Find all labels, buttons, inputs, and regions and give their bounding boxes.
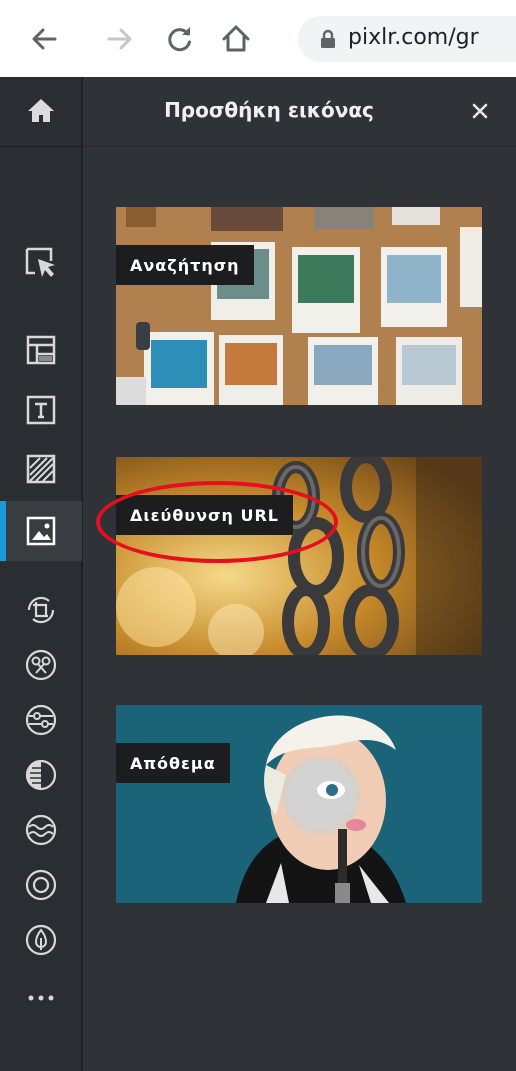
address-bar[interactable]: pixlr.com/gr — [298, 16, 516, 62]
text-tool-icon[interactable] — [0, 387, 82, 433]
focus-icon[interactable] — [0, 862, 82, 908]
adjust-icon[interactable] — [0, 697, 82, 743]
arrange-select-icon[interactable] — [0, 240, 82, 286]
more-icon[interactable] — [0, 975, 82, 1021]
browser-toolbar: pixlr.com/gr — [0, 0, 516, 77]
add-image-icon[interactable] — [0, 501, 82, 561]
close-icon[interactable] — [466, 97, 494, 125]
back-arrow-icon[interactable] — [24, 19, 64, 59]
search-label[interactable]: Αναζήτηση — [116, 245, 254, 285]
stock-label[interactable]: Απόθεμα — [116, 743, 230, 783]
layout-template-icon[interactable] — [0, 327, 82, 373]
cutout-icon[interactable] — [0, 642, 82, 688]
draw-icon[interactable] — [0, 917, 82, 963]
reload-icon[interactable] — [160, 19, 200, 59]
pattern-fill-icon[interactable] — [0, 446, 82, 492]
corkboard-photos-image — [116, 207, 482, 405]
add-image-panel: Προσθήκη εικόνας Αναζήτηση Διεύθυνση URL… — [83, 77, 516, 1071]
stock-card[interactable]: Απόθεμα — [116, 705, 482, 903]
filter-icon[interactable] — [0, 752, 82, 798]
chains-image — [116, 457, 482, 655]
forward-arrow-icon[interactable] — [100, 19, 140, 59]
home-icon[interactable] — [0, 88, 82, 134]
home-icon[interactable] — [216, 19, 256, 59]
toolbar-divider — [0, 146, 82, 147]
url-text[interactable]: pixlr.com/gr — [348, 25, 479, 50]
url-card[interactable]: Διεύθυνση URL — [116, 457, 482, 655]
panel-header: Προσθήκη εικόνας — [83, 77, 516, 146]
tools-sidebar — [0, 77, 82, 1071]
liquify-icon[interactable] — [0, 807, 82, 853]
url-label[interactable]: Διεύθυνση URL — [116, 495, 293, 535]
lock-icon[interactable] — [320, 29, 336, 53]
panel-title: Προσθήκη εικόνας — [164, 98, 374, 122]
panel-divider — [83, 146, 516, 147]
crop-icon[interactable] — [0, 587, 82, 633]
search-card[interactable]: Αναζήτηση — [116, 207, 482, 405]
magnifier-portrait-image — [116, 705, 482, 903]
